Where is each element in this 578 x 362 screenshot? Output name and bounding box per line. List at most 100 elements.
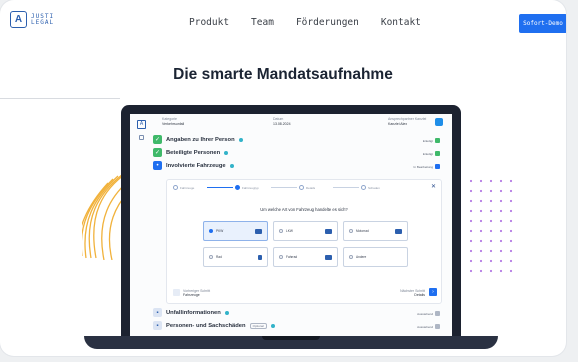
laptop-notch (262, 336, 320, 340)
option-label: Rad (216, 255, 222, 259)
app-logo-icon: A (137, 120, 146, 129)
check-icon: ✓ (153, 148, 162, 157)
step-label: Fahrzeugtyp (242, 185, 259, 190)
wizard-navigation: Vorheriger Schritt Fahrzeuge Nächster Sc… (173, 287, 437, 301)
wizard-step[interactable]: Schaden (361, 185, 380, 190)
step-connector (333, 187, 359, 188)
section-title: Beteiligte Personen (166, 149, 221, 156)
logo-wordmark: JUSTI LEGAL (31, 13, 55, 26)
logo-line-2: LEGAL (31, 18, 55, 26)
laptop-screen: A Kategorie Verkehrsunfall Datum 13.08.2… (121, 105, 461, 341)
top-navigation: A JUSTI LEGAL Produkt Team Förderungen K… (0, 0, 566, 44)
close-icon[interactable]: ✕ (431, 183, 436, 190)
truck-icon (325, 228, 332, 234)
status-text: In Bearbeitung (413, 164, 433, 169)
option-label: Andere (356, 255, 367, 259)
sofort-demo-button[interactable]: Sofort-Demo (519, 14, 566, 33)
decorative-dots-icon (469, 179, 513, 273)
section-title: Personen- und Sachschäden (166, 322, 246, 329)
header-contact-value: Kanzlei Alex (388, 122, 408, 126)
section-beteiligte-personen[interactable]: ✓ Beteiligte Personen (153, 148, 229, 157)
info-icon[interactable] (224, 150, 229, 155)
step-label: Details (306, 185, 316, 190)
vehicle-option-rad[interactable]: Rad (203, 247, 268, 267)
step-connector (271, 187, 297, 188)
brand-logo[interactable]: A JUSTI LEGAL (10, 11, 54, 28)
status-text: Erledigt (422, 138, 433, 143)
vehicle-option-lkw[interactable]: LKW (273, 221, 338, 241)
wizard-stepper: Fahrzeuge Fahrzeugtyp Details Schaden (173, 185, 437, 194)
radio-icon (349, 229, 353, 233)
info-icon[interactable] (229, 163, 234, 168)
step-connector (207, 187, 233, 188)
status-dot-icon (435, 151, 440, 156)
user-avatar[interactable] (435, 118, 443, 126)
option-label: LKW (286, 229, 293, 233)
radio-icon (209, 255, 213, 259)
section-unfallinformationen[interactable]: ▪ Unfallinformationen (153, 308, 229, 317)
vehicle-option-andere[interactable]: Andere (343, 247, 408, 267)
document-icon: ▪ (153, 321, 162, 330)
nav-link-foerderungen[interactable]: Förderungen (296, 17, 359, 28)
header-category-value: Verkehrsunfall (162, 122, 185, 126)
section-status: Ausstehend (417, 311, 440, 316)
header-date-value: 13.08.2024 (273, 122, 291, 126)
section-angaben-person[interactable]: ✓ Angaben zu Ihrer Person (153, 135, 243, 144)
status-text: Ausstehend (417, 311, 433, 316)
check-icon: ✓ (153, 135, 162, 144)
info-icon[interactable] (224, 310, 229, 315)
info-icon[interactable] (238, 137, 243, 142)
document-icon: ▪ (153, 308, 162, 317)
info-icon[interactable] (270, 323, 275, 328)
motorcycle-icon (395, 228, 402, 234)
radio-icon (279, 255, 283, 259)
option-label: Fahrrad (286, 255, 298, 259)
sidebar-menu-icon[interactable] (139, 135, 144, 140)
next-button[interactable]: › (429, 288, 437, 296)
radio-icon (209, 229, 213, 233)
step-dot-icon (235, 185, 240, 190)
section-involvierte-fahrzeuge[interactable]: • Involvierte Fahrzeuge (153, 161, 234, 170)
nav-link-kontakt[interactable]: Kontakt (381, 17, 421, 28)
vehicle-option-fahrrad[interactable]: Fahrrad (273, 247, 338, 267)
step-dot-icon (173, 185, 178, 190)
hero-headline: Die smarte Mandatsaufnahme (173, 66, 393, 83)
section-personen-sachschaeden[interactable]: ▪ Personen- und Sachschäden Optional (153, 321, 275, 330)
back-button[interactable] (173, 289, 180, 296)
next-value: Details (414, 293, 425, 297)
car-icon (255, 228, 262, 234)
section-divider (0, 98, 120, 99)
radio-icon (279, 229, 283, 233)
wizard-question: Um welche Art von Fahrzeug handelte es s… (260, 207, 348, 212)
wizard-step-active[interactable]: Fahrzeugtyp (235, 185, 259, 190)
app-preview: A Kategorie Verkehrsunfall Datum 13.08.2… (130, 114, 452, 341)
option-label: PKW (216, 229, 224, 233)
main-menu: Produkt Team Förderungen Kontakt (189, 17, 443, 28)
section-status: Ausstehend (417, 324, 440, 329)
status-dot-icon (435, 324, 440, 329)
section-status: Erledigt (423, 138, 440, 143)
wizard-step[interactable]: Fahrzeuge (173, 185, 194, 190)
vehicle-option-pkw[interactable]: PKW (203, 221, 268, 241)
step-label: Fahrzeuge (180, 185, 195, 190)
header-contact-label: Ansprechpartner Kanzlei (388, 117, 427, 121)
section-status: Erledigt (423, 151, 440, 156)
back-value: Fahrzeuge (183, 293, 200, 297)
wizard-step[interactable]: Details (299, 185, 315, 190)
status-text: Erledigt (422, 151, 433, 156)
nav-link-team[interactable]: Team (251, 17, 274, 28)
nav-link-produkt[interactable]: Produkt (189, 17, 229, 28)
browser-frame: A JUSTI LEGAL Produkt Team Förderungen K… (0, 0, 566, 356)
header-category-label: Kategorie (162, 117, 177, 121)
section-title: Involvierte Fahrzeuge (166, 162, 226, 169)
section-title: Angaben zu Ihrer Person (166, 136, 235, 143)
header-date-label: Datum (273, 117, 284, 121)
vehicle-wizard: Fahrzeuge Fahrzeugtyp Details Schaden ✕ … (166, 179, 442, 304)
progress-icon: • (153, 161, 162, 170)
option-label: Motorrad (356, 229, 369, 233)
section-status: In Bearbeitung (413, 164, 440, 169)
section-title: Unfallinformationen (166, 309, 221, 316)
status-text: Ausstehend (417, 324, 433, 329)
logo-mark-icon: A (10, 11, 27, 28)
vehicle-option-motorrad[interactable]: Motorrad (343, 221, 408, 241)
